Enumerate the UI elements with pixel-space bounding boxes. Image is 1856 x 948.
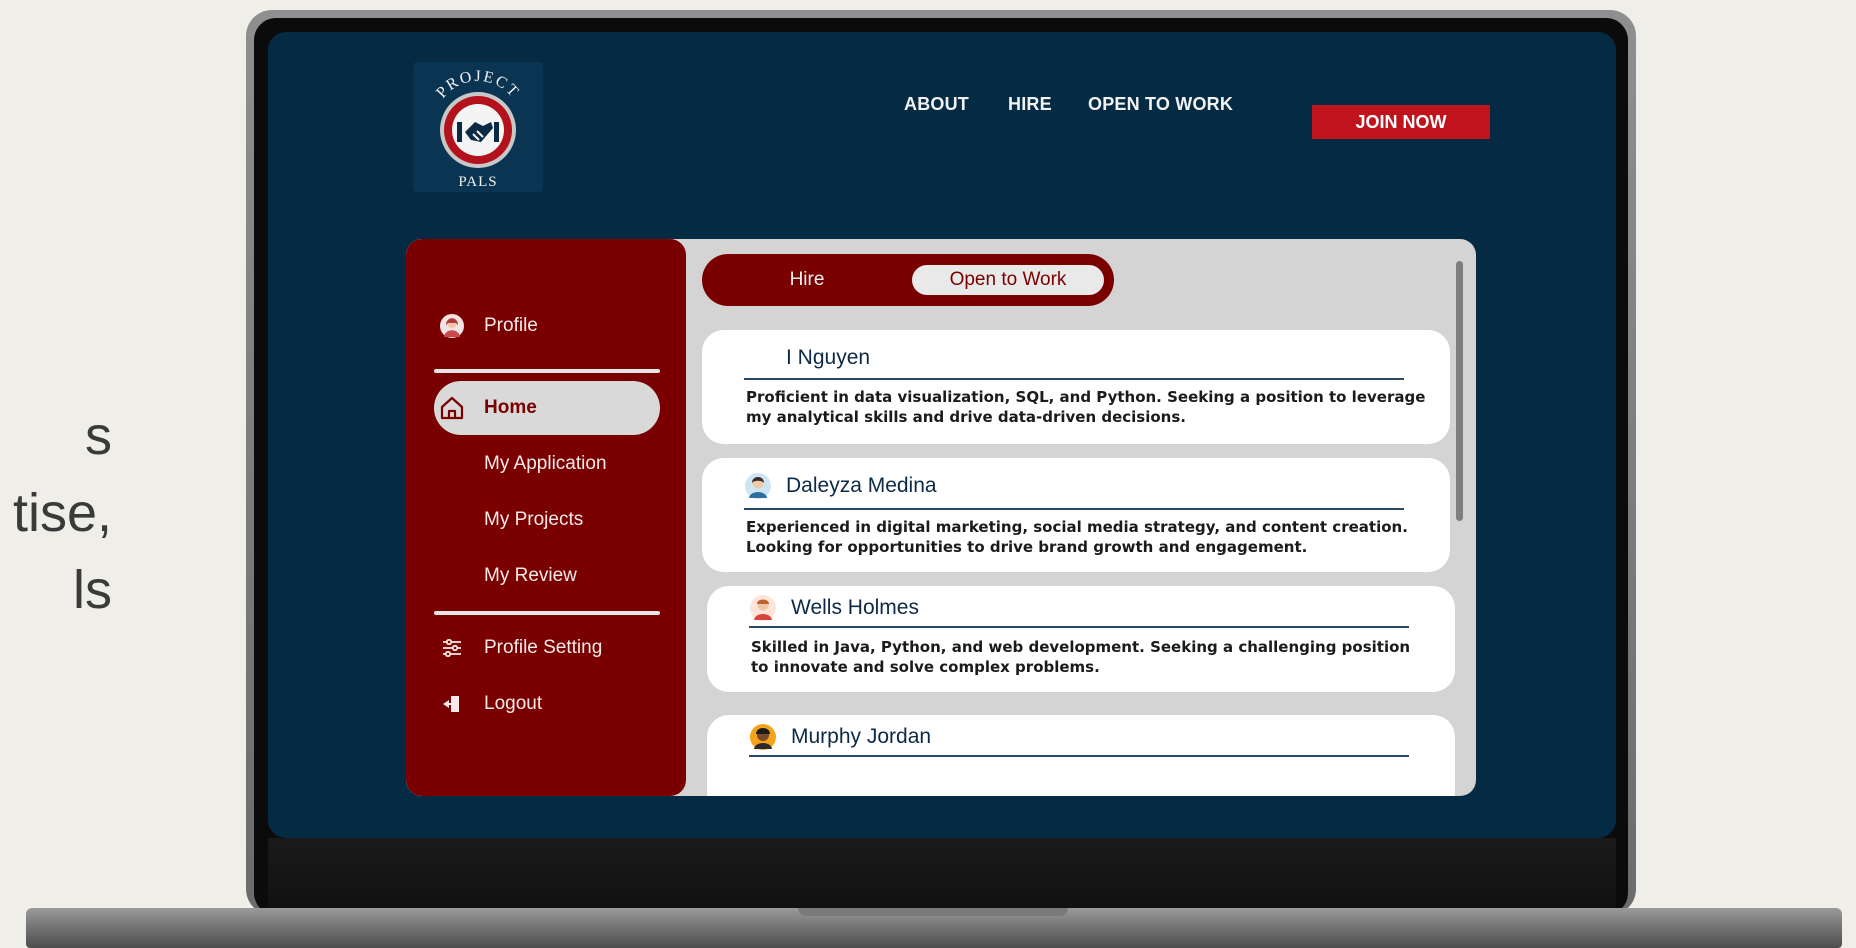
candidate-name: I Nguyen <box>786 346 871 369</box>
sidebar-divider <box>434 611 660 615</box>
candidate-name: Daleyza Medina <box>786 474 937 497</box>
sidebar-item-logout[interactable]: Logout <box>434 677 660 731</box>
sliders-icon <box>434 636 470 660</box>
avatar-icon <box>750 724 776 750</box>
avatar-icon <box>750 595 776 621</box>
sidebar-divider <box>434 369 660 373</box>
sidebar-item-profile[interactable]: Profile <box>434 299 660 353</box>
tab-hire[interactable]: Hire <box>742 265 872 295</box>
sidebar-item-my-review[interactable]: My Review <box>434 549 660 603</box>
logo-bottom-text: PALS <box>458 174 497 190</box>
candidate-name: Wells Holmes <box>791 596 919 619</box>
slide-side-text: s tise, ls <box>12 406 112 621</box>
sidebar: Profile Home My Application My Projects <box>406 239 686 796</box>
scrollbar[interactable] <box>1456 261 1463 521</box>
sidebar-item-label: My Projects <box>484 509 584 530</box>
sidebar-item-label: Logout <box>484 693 543 714</box>
sidebar-item-my-projects[interactable]: My Projects <box>434 493 660 547</box>
candidate-description: Experienced in digital marketing, social… <box>746 518 1408 556</box>
tab-open-to-work[interactable]: Open to Work <box>912 265 1104 295</box>
candidate-description: Proficient in data visualization, SQL, a… <box>746 388 1426 426</box>
sidebar-item-profile-setting[interactable]: Profile Setting <box>434 621 660 675</box>
card-divider <box>744 378 1404 380</box>
laptop-keyboard <box>268 838 1616 910</box>
card-divider <box>749 755 1409 757</box>
join-now-button[interactable]: JOIN NOW <box>1312 105 1490 139</box>
nav-about[interactable]: ABOUT <box>904 94 969 115</box>
dashboard-panel: Profile Home My Application My Projects <box>406 239 1476 796</box>
candidate-name: Murphy Jordan <box>791 725 932 748</box>
candidate-card[interactable]: Wells Holmes Skilled in Java, Python, an… <box>707 586 1455 692</box>
logout-icon <box>434 693 470 715</box>
sidebar-item-label: Home <box>484 397 537 418</box>
card-divider <box>744 508 1404 510</box>
card-divider <box>749 626 1409 628</box>
candidate-card[interactable]: I Nguyen Proficient in data visualizatio… <box>702 330 1450 444</box>
laptop-notch <box>798 908 1068 916</box>
candidate-card[interactable]: Murphy Jordan <box>707 715 1455 796</box>
sidebar-item-label: Profile <box>484 315 538 336</box>
sidebar-item-label: Profile Setting <box>484 637 603 658</box>
nav-open-to-work[interactable]: OPEN TO WORK <box>1088 94 1233 115</box>
handshake-icon: PROJECT PALS <box>433 68 521 190</box>
project-pals-logo[interactable]: PROJECT PALS <box>413 62 543 192</box>
sidebar-item-label: My Application <box>484 453 607 474</box>
candidate-card[interactable]: Daleyza Medina Experienced in digital ma… <box>702 458 1450 572</box>
home-icon <box>434 395 470 421</box>
sidebar-item-label: My Review <box>484 565 577 586</box>
avatar-icon <box>745 473 771 499</box>
sidebar-item-home[interactable]: Home <box>434 381 660 435</box>
sidebar-item-my-application[interactable]: My Application <box>434 437 660 491</box>
candidate-description: Skilled in Java, Python, and web develop… <box>751 638 1411 676</box>
hire-open-to-work-toggle: Hire Open to Work <box>702 254 1114 306</box>
laptop-screen: PROJECT PALS ABOUT HIRE OPEN TO WORK JOI… <box>268 32 1616 838</box>
profile-avatar-icon <box>434 313 470 339</box>
nav-hire[interactable]: HIRE <box>1008 94 1052 115</box>
